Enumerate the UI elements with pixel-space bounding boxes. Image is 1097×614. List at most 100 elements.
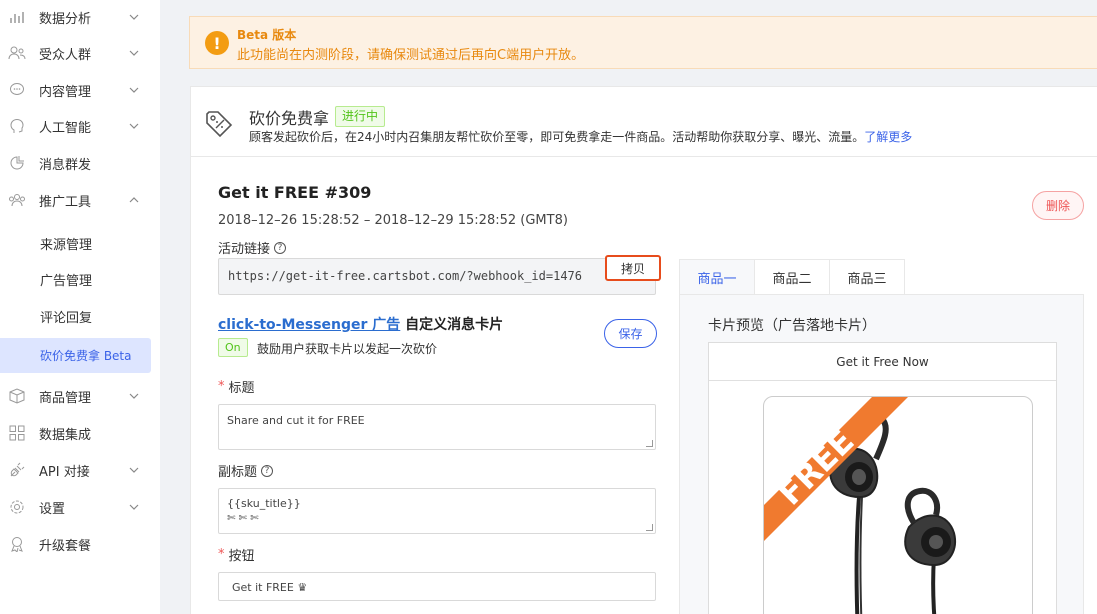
sidebar-item-ads[interactable]: 广告管理 bbox=[0, 261, 152, 297]
sidebar-item-source[interactable]: 来源管理 bbox=[0, 225, 152, 261]
chart-icon bbox=[8, 8, 26, 26]
chevron-up-icon bbox=[129, 197, 139, 203]
help-icon[interactable]: ? bbox=[274, 241, 287, 254]
status-badge: 进行中 bbox=[335, 106, 386, 127]
nav-label: 设置 bbox=[39, 501, 66, 517]
subtitle-line-1: {{sku_title}} bbox=[227, 497, 301, 510]
nav-item-ai[interactable]: 人工智能 bbox=[0, 108, 152, 144]
sub-label: 评论回复 bbox=[40, 310, 93, 326]
main-card: 砍价免费拿 进行中 顾客发起砍价后，在24小时内召集朋友帮忙砍价至零，即可免费拿… bbox=[190, 86, 1097, 614]
nav-item-broadcast[interactable]: 消息群发 bbox=[0, 145, 152, 181]
campaign-title: Get it FREE #309 bbox=[218, 183, 372, 202]
tag-icon bbox=[206, 111, 233, 138]
chevron-down-icon bbox=[129, 393, 139, 399]
preview-title: 卡片预览（广告落地卡片） bbox=[708, 318, 876, 334]
campaign-dates: 2018–12–26 15:28:52 – 2018–12–29 15:28:5… bbox=[218, 213, 568, 228]
button-value: Get it FREE ♛ bbox=[232, 581, 308, 594]
link-label: 活动链接 ? bbox=[218, 238, 287, 257]
gear-icon bbox=[8, 498, 26, 516]
nav-item-audience[interactable]: 受众人群 bbox=[0, 35, 152, 71]
chevron-down-icon bbox=[129, 87, 139, 93]
sub-label: 广告管理 bbox=[40, 273, 93, 289]
learn-more-link[interactable]: 了解更多 bbox=[864, 130, 912, 144]
chevron-down-icon bbox=[129, 50, 139, 56]
sub-label: 砍价免费拿 Beta bbox=[40, 349, 132, 363]
nav-label: 消息群发 bbox=[39, 157, 92, 173]
nav-item-settings[interactable]: 设置 bbox=[0, 489, 152, 525]
nav-label: 升级套餐 bbox=[39, 538, 92, 554]
copy-button[interactable]: 拷贝 bbox=[605, 255, 661, 281]
nav-label: 人工智能 bbox=[39, 120, 92, 136]
help-icon[interactable]: ? bbox=[261, 464, 274, 477]
chevron-down-icon bbox=[129, 467, 139, 473]
cta-card-title: click-to-Messenger 广告 自定义消息卡片 bbox=[218, 314, 503, 334]
chevron-down-icon bbox=[129, 14, 139, 20]
chat-icon bbox=[8, 81, 26, 99]
title-value: Share and cut it for FREE bbox=[227, 414, 365, 427]
preview-card: Get it Free Now FREE bbox=[708, 342, 1057, 614]
feature-header: 砍价免费拿 进行中 顾客发起砍价后，在24小时内召集朋友帮忙砍价至零，即可免费拿… bbox=[191, 87, 1097, 157]
sidebar-item-comments[interactable]: 评论回复 bbox=[0, 298, 152, 334]
nav-item-analytics[interactable]: 数据分析 bbox=[0, 0, 152, 35]
title-field-label: * 标题 bbox=[218, 377, 255, 396]
broadcast-icon bbox=[8, 154, 26, 172]
nav-label: 商品管理 bbox=[39, 390, 92, 406]
save-button[interactable]: 保存 bbox=[604, 319, 657, 348]
required-mark: * bbox=[218, 547, 225, 562]
beta-alert: ! Beta 版本 此功能尚在内测阶段，请确保测试通过后再向C端用户开放。 bbox=[189, 16, 1097, 69]
subtitle-field-label: 副标题 ? bbox=[218, 461, 274, 480]
alert-message: 此功能尚在内测阶段，请确保测试通过后再向C端用户开放。 bbox=[237, 48, 585, 63]
nav-item-integration[interactable]: 数据集成 bbox=[0, 415, 152, 451]
warning-icon: ! bbox=[205, 31, 229, 55]
campaign-link-field[interactable]: https://get-it-free.cartsbot.com/?webhoo… bbox=[218, 258, 656, 295]
product-image: FREE bbox=[763, 396, 1033, 614]
feature-title: 砍价免费拿 bbox=[249, 109, 330, 128]
cta-title-suffix: 自定义消息卡片 bbox=[405, 317, 504, 333]
click-to-messenger-link[interactable]: click-to-Messenger 广告 bbox=[218, 317, 400, 333]
feature-description: 顾客发起砍价后，在24小时内召集朋友帮忙砍价至零，即可免费拿走一件商品。活动帮助… bbox=[249, 128, 912, 145]
tab-product-1[interactable]: 商品一 bbox=[679, 259, 755, 295]
nav-label: 数据分析 bbox=[39, 11, 92, 27]
tab-panel: 卡片预览（广告落地卡片） Get it Free Now FREE bbox=[679, 294, 1084, 614]
subtitle-label-text: 副标题 bbox=[218, 465, 258, 480]
button-input[interactable]: Get it FREE ♛ bbox=[218, 572, 656, 601]
title-textarea[interactable]: Share and cut it for FREE bbox=[218, 404, 656, 450]
chevron-down-icon bbox=[129, 123, 139, 129]
sidebar: 数据分析 受众人群 内容管理 人工智能 消息群发 推广工具 来源管理 广告管理 … bbox=[0, 0, 160, 614]
brain-icon bbox=[8, 117, 26, 135]
promote-icon bbox=[8, 191, 26, 209]
earphones-image: FREE bbox=[764, 397, 956, 614]
resize-handle[interactable] bbox=[646, 524, 653, 531]
sub-label: 来源管理 bbox=[40, 237, 93, 253]
feature-description-text: 顾客发起砍价后，在24小时内召集朋友帮忙砍价至零，即可免费拿走一件商品。活动帮助… bbox=[249, 130, 865, 144]
button-field-label: * 按钮 bbox=[218, 545, 255, 564]
copy-button-label: 拷贝 bbox=[620, 261, 645, 276]
grid-icon bbox=[8, 424, 26, 442]
nav-label: 受众人群 bbox=[39, 47, 92, 63]
delete-button[interactable]: 删除 bbox=[1032, 191, 1084, 220]
chevron-down-icon bbox=[129, 504, 139, 510]
enable-toggle[interactable]: On bbox=[218, 338, 248, 357]
tab-product-3[interactable]: 商品三 bbox=[829, 259, 905, 295]
resize-handle[interactable] bbox=[646, 440, 653, 447]
sidebar-item-bargain[interactable]: 砍价免费拿 Beta bbox=[0, 338, 151, 373]
required-mark: * bbox=[218, 379, 225, 394]
preview-card-header: Get it Free Now bbox=[709, 343, 1056, 381]
users-icon bbox=[8, 44, 26, 62]
box-icon bbox=[8, 387, 26, 405]
nav-label: 内容管理 bbox=[39, 84, 92, 100]
nav-item-content[interactable]: 内容管理 bbox=[0, 72, 152, 108]
nav-item-products[interactable]: 商品管理 bbox=[0, 378, 152, 414]
badge-icon bbox=[8, 535, 26, 553]
alert-title: Beta 版本 bbox=[237, 28, 297, 42]
nav-item-api[interactable]: API 对接 bbox=[0, 452, 152, 488]
plug-icon bbox=[8, 461, 26, 479]
nav-item-promote[interactable]: 推广工具 bbox=[0, 182, 152, 218]
tab-product-2[interactable]: 商品二 bbox=[754, 259, 830, 295]
subtitle-line-2: ✄ ✄ ✄ bbox=[227, 513, 259, 524]
subtitle-textarea[interactable]: {{sku_title}} ✄ ✄ ✄ bbox=[218, 488, 656, 534]
nav-item-upgrade[interactable]: 升级套餐 bbox=[0, 526, 152, 562]
nav-label: 推广工具 bbox=[39, 194, 92, 210]
title-label-text: 标题 bbox=[228, 381, 255, 396]
toggle-description: 鼓励用户获取卡片以发起一次砍价 bbox=[257, 342, 438, 356]
